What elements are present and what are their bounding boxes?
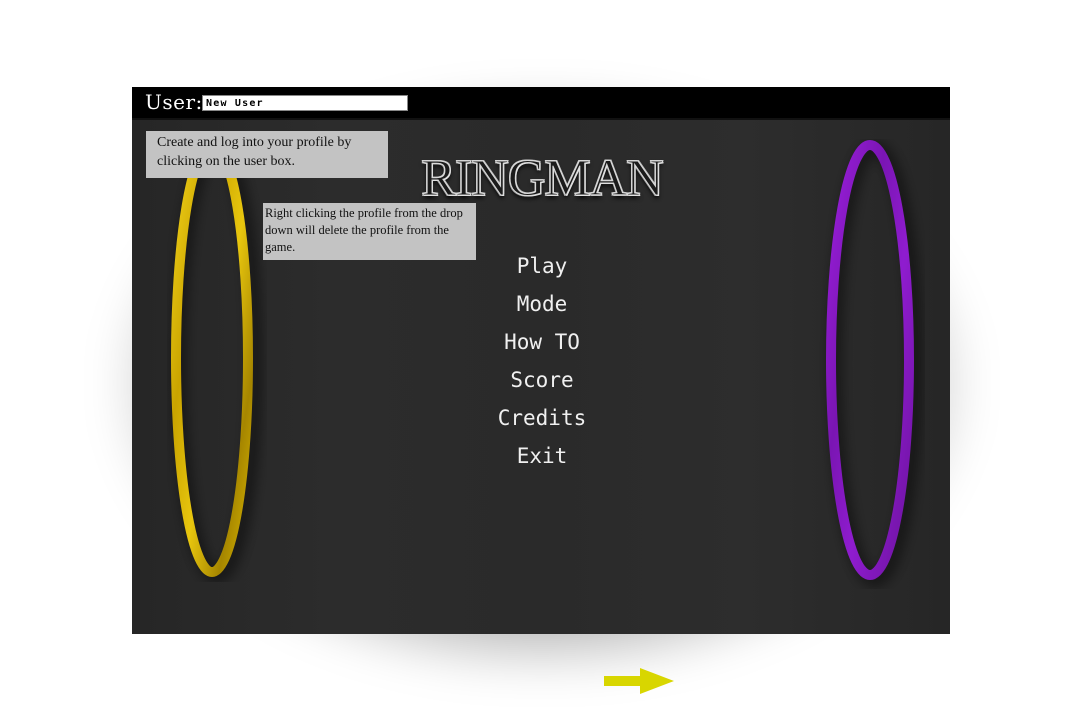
delete-profile-hint-tooltip: Right clicking the profile from the drop… <box>263 203 476 260</box>
menu-item-mode[interactable]: Mode <box>462 285 622 323</box>
main-menu: Play Mode How TO Score Credits Exit <box>462 247 622 475</box>
yellow-ring-icon <box>171 142 262 582</box>
right-arrow-icon <box>604 668 674 694</box>
stage: User: New User Create and log into your … <box>0 0 1080 720</box>
menu-item-play[interactable]: Play <box>462 247 622 285</box>
game-window: User: New User Create and log into your … <box>132 87 950 634</box>
menu-item-score[interactable]: Score <box>462 361 622 399</box>
user-bar: User: <box>132 87 950 120</box>
purple-ring-icon <box>826 140 922 587</box>
menu-item-credits[interactable]: Credits <box>462 399 622 437</box>
user-label: User: <box>145 90 203 114</box>
menu-item-how-to[interactable]: How TO <box>462 323 622 361</box>
user-profile-input[interactable] <box>202 95 408 111</box>
login-hint-tooltip: Create and log into your profile by clic… <box>146 131 388 178</box>
menu-item-exit[interactable]: Exit <box>462 437 622 475</box>
game-title: RINGMAN <box>421 150 664 208</box>
